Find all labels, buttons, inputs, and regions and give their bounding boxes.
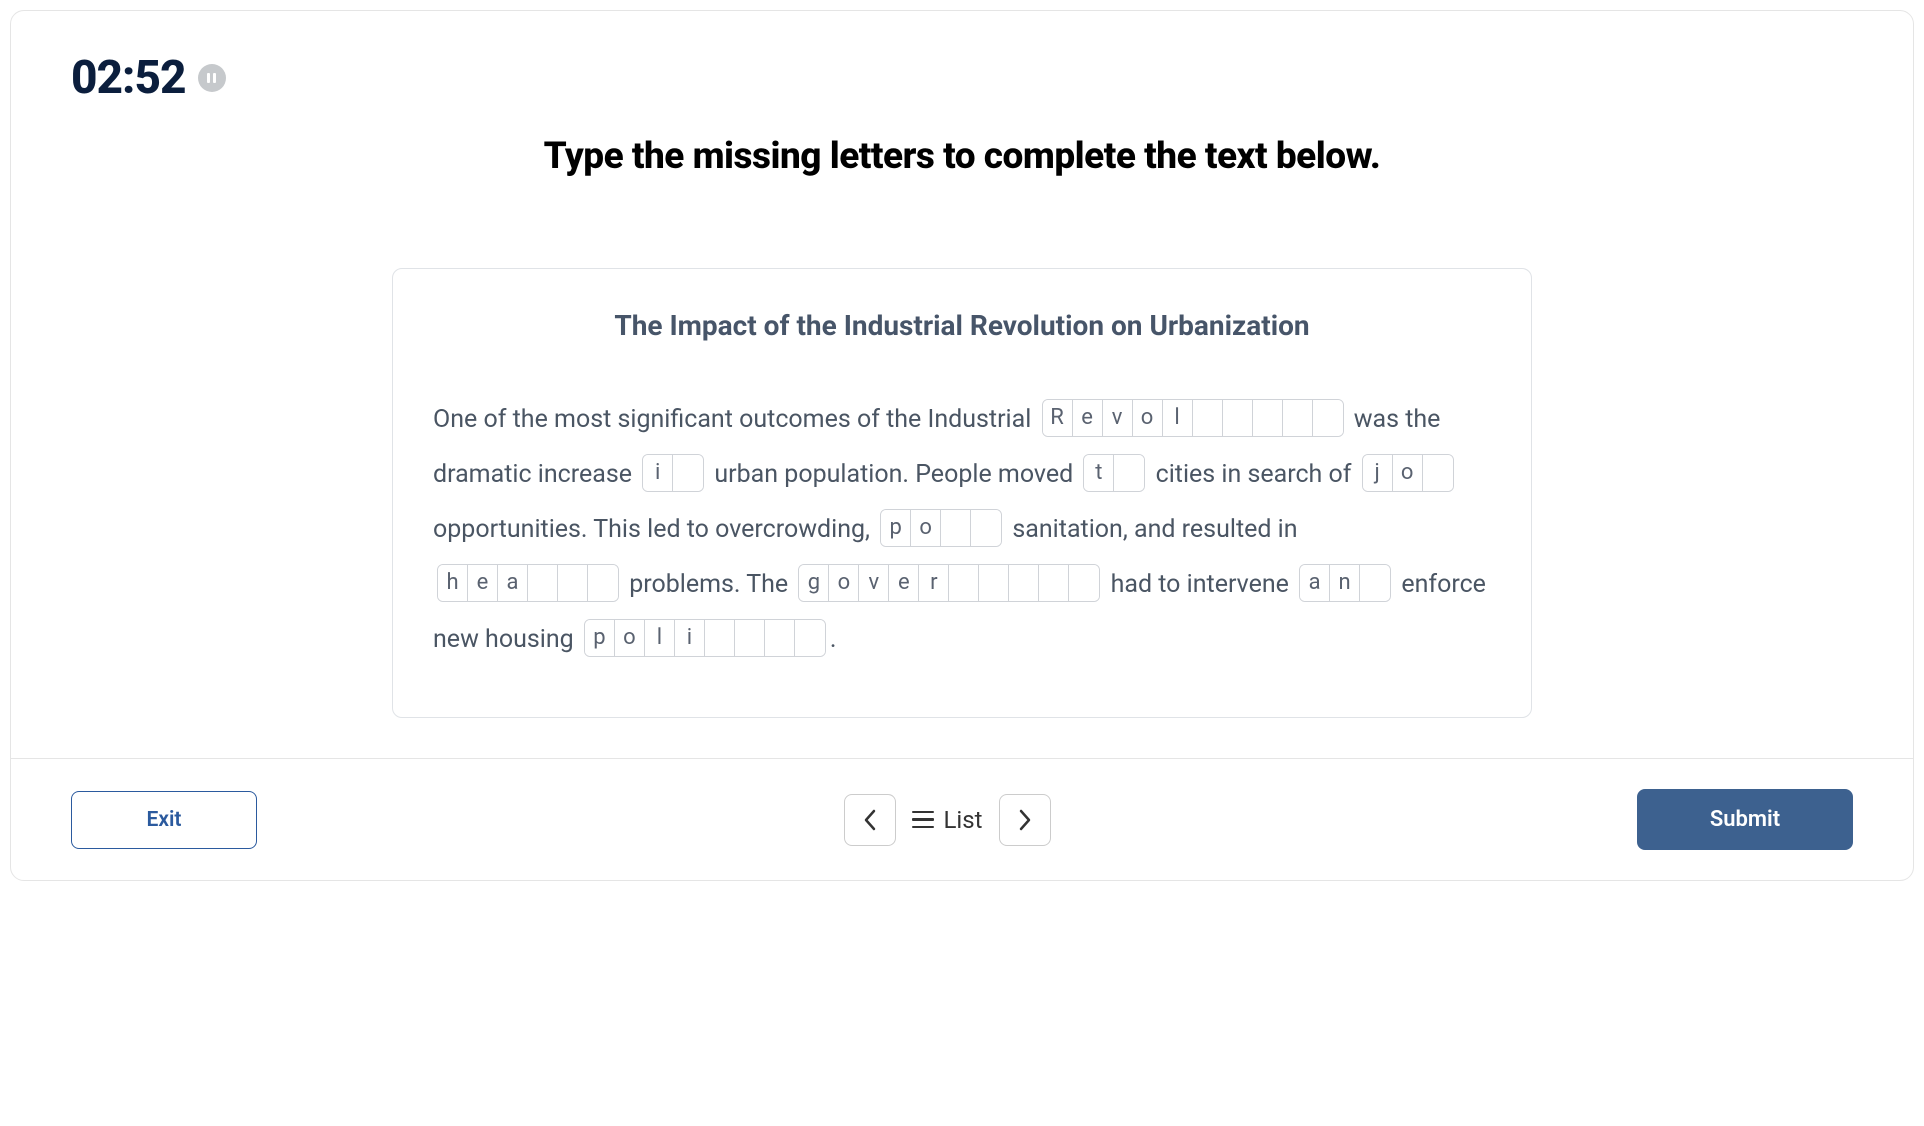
passage-text: opportunities. This led to overcrowding, [433,515,876,544]
letter-input-empty[interactable] [1313,400,1343,436]
letter-input-empty[interactable] [941,510,971,546]
letter-input-filled[interactable]: r [919,565,949,601]
word-blank[interactable]: hea [437,564,619,602]
list-icon [912,811,934,829]
letter-input-filled[interactable]: e [468,565,498,601]
letter-input-filled[interactable]: l [645,620,675,656]
submit-button[interactable]: Submit [1637,789,1853,850]
letter-input-filled[interactable]: i [675,620,705,656]
timer-display: 02:52 [71,51,186,105]
chevron-left-icon [863,809,877,831]
letter-input-filled[interactable]: h [438,565,468,601]
passage-text: problems. The [623,570,794,599]
letter-input-filled[interactable]: o [1133,400,1163,436]
letter-input-empty[interactable] [979,565,1009,601]
letter-input-filled[interactable]: o [615,620,645,656]
letter-input-empty[interactable] [765,620,795,656]
letter-input-empty[interactable] [1114,455,1144,491]
word-blank[interactable]: po [880,509,1002,547]
pause-button[interactable] [198,64,226,92]
letter-input-empty[interactable] [528,565,558,601]
passage-text: . [830,625,837,654]
letter-input-empty[interactable] [1423,455,1453,491]
letter-input-filled[interactable]: o [911,510,941,546]
letter-input-empty[interactable] [705,620,735,656]
word-blank[interactable]: poli [584,619,826,657]
passage-text: had to intervene [1104,570,1295,599]
letter-input-empty[interactable] [1069,565,1099,601]
footer: Exit List Submit [71,789,1853,850]
letter-input-empty[interactable] [673,455,703,491]
letter-input-filled[interactable]: i [643,455,673,491]
letter-input-empty[interactable] [1039,565,1069,601]
letter-input-empty[interactable] [1193,400,1223,436]
word-blank[interactable]: t [1083,454,1145,492]
letter-input-filled[interactable]: e [889,565,919,601]
word-blank[interactable]: i [642,454,704,492]
letter-input-empty[interactable] [795,620,825,656]
passage-body: One of the most significant outcomes of … [433,392,1491,667]
passage-container: The Impact of the Industrial Revolution … [392,268,1532,718]
letter-input-filled[interactable]: a [498,565,528,601]
instruction-text: Type the missing letters to complete the… [71,135,1853,178]
passage-text: One of the most significant outcomes of … [433,405,1038,434]
letter-input-filled[interactable]: g [799,565,829,601]
letter-input-filled[interactable]: o [829,565,859,601]
pause-icon [207,73,210,83]
letter-input-filled[interactable]: e [1073,400,1103,436]
prev-button[interactable] [844,794,896,846]
passage-title: The Impact of the Industrial Revolution … [433,309,1491,342]
letter-input-filled[interactable]: j [1363,455,1393,491]
letter-input-empty[interactable] [971,510,1001,546]
chevron-right-icon [1018,809,1032,831]
letter-input-filled[interactable]: n [1330,565,1360,601]
letter-input-filled[interactable]: v [859,565,889,601]
letter-input-empty[interactable] [558,565,588,601]
passage-text: sanitation, and resulted in [1006,515,1297,544]
letter-input-filled[interactable]: p [881,510,911,546]
divider [11,758,1913,759]
word-blank[interactable]: jo [1362,454,1454,492]
letter-input-empty[interactable] [1223,400,1253,436]
letter-input-empty[interactable] [588,565,618,601]
letter-input-filled[interactable]: l [1163,400,1193,436]
passage-text: cities in search of [1149,460,1357,489]
word-blank[interactable]: an [1299,564,1391,602]
list-label: List [944,806,983,834]
word-blank[interactable]: Revol [1042,399,1344,437]
letter-input-empty[interactable] [1360,565,1390,601]
letter-input-filled[interactable]: R [1043,400,1073,436]
timer-row: 02:52 [71,51,1853,105]
word-blank[interactable]: gover [798,564,1100,602]
next-button[interactable] [999,794,1051,846]
letter-input-filled[interactable]: v [1103,400,1133,436]
letter-input-empty[interactable] [1283,400,1313,436]
letter-input-filled[interactable]: o [1393,455,1423,491]
letter-input-filled[interactable]: a [1300,565,1330,601]
exercise-card: 02:52 Type the missing letters to comple… [10,10,1914,881]
nav-center: List [844,794,1051,846]
list-button[interactable]: List [912,806,983,834]
letter-input-filled[interactable]: p [585,620,615,656]
letter-input-empty[interactable] [1009,565,1039,601]
letter-input-empty[interactable] [949,565,979,601]
letter-input-empty[interactable] [735,620,765,656]
pause-icon [213,73,216,83]
letter-input-filled[interactable]: t [1084,455,1114,491]
exit-button[interactable]: Exit [71,791,257,849]
passage-text: urban population. People moved [708,460,1079,489]
letter-input-empty[interactable] [1253,400,1283,436]
